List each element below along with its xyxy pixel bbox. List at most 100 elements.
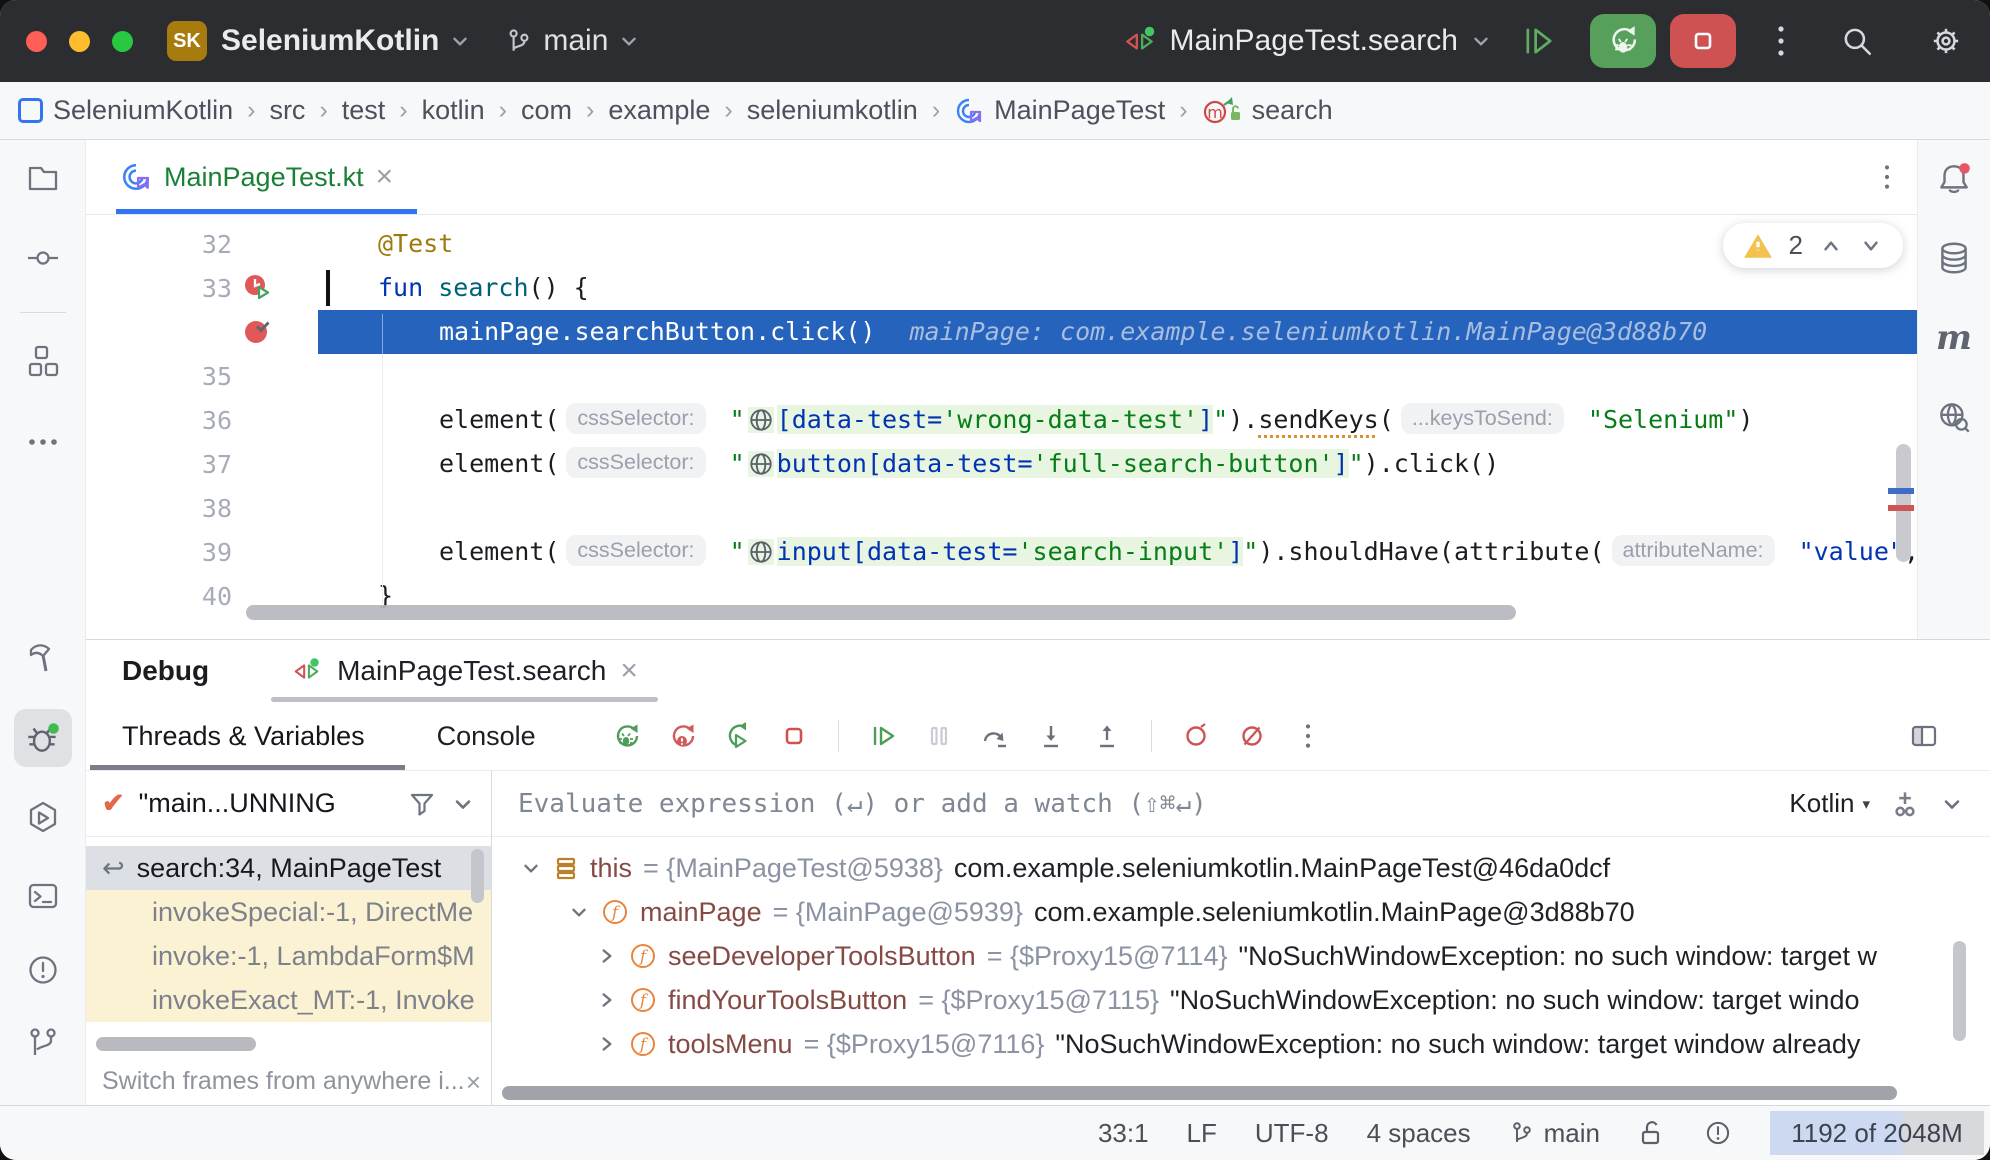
code-line[interactable]: mainPage.searchButton.click()mainPage: c… [86,310,1917,354]
minimize-window-button[interactable] [69,31,90,52]
step-out-button[interactable] [1083,713,1131,759]
code-line[interactable]: 32@Test [86,222,1917,266]
chevron-down-icon[interactable] [1940,792,1964,816]
endpoints-globe-icon[interactable] [1935,399,1973,437]
code-line[interactable]: 37element(cssSelector: "button[data-test… [86,442,1917,486]
editor-horizontal-scrollbar[interactable] [246,605,1516,620]
chevron-down-icon[interactable] [449,30,471,52]
alert-icon[interactable] [1704,1119,1732,1147]
error-stripe-mark[interactable] [1888,505,1914,511]
breadcrumb-item[interactable]: example [608,95,710,126]
view-breakpoints-button[interactable] [1172,713,1220,759]
lock-icon[interactable] [1638,1119,1666,1147]
variables-vertical-scrollbar[interactable] [1953,941,1966,1041]
mute-breakpoints-button[interactable] [1228,713,1276,759]
services-tool-icon[interactable] [24,799,62,837]
frames-vertical-scrollbar[interactable] [471,849,484,903]
stack-frame-row[interactable]: invokeSpecial:-1, DirectMe [86,890,491,934]
structure-tool-icon[interactable] [25,343,61,379]
database-tool-icon[interactable] [1935,239,1973,277]
evaluate-expression-input[interactable]: Evaluate expression (↵) or add a watch (… [492,771,1990,837]
more-tool-windows-icon[interactable] [25,424,61,460]
problems-tool-icon[interactable] [25,952,61,988]
breakpoint-icon[interactable] [242,317,272,347]
variable-row[interactable]: this= {MainPageTest@5938}com.example.sel… [492,846,1990,890]
stack-frame-row[interactable]: ↩search:34, MainPageTest [86,846,491,890]
editor-vertical-scrollbar[interactable] [1896,444,1911,562]
add-watch-icon[interactable] [1888,787,1922,821]
more-actions-button[interactable] [1776,23,1786,59]
thread-selector[interactable]: ✔ "main...UNNING [86,771,491,837]
restart-debug-button[interactable] [714,713,762,759]
filter-icon[interactable] [407,789,437,819]
terminal-tool-icon[interactable] [25,878,61,914]
maven-tool-icon[interactable]: m [1936,318,1972,358]
breadcrumb-item[interactable]: test [342,95,386,126]
tab-console[interactable]: Console [437,702,536,770]
layout-settings-button[interactable] [1908,720,1940,752]
stack-frame-row[interactable]: invokeExact_MT:-1, Invoke [86,978,491,1022]
notifications-bell-icon[interactable] [1935,161,1973,199]
code-line[interactable]: 36element(cssSelector: "[data-test='wron… [86,398,1917,442]
code-line[interactable]: 33fun search() { [86,266,1917,310]
chevron-right-icon[interactable] [596,1033,618,1055]
gutter[interactable]: 32 [86,222,318,266]
gutter[interactable]: 33 [86,266,318,310]
chevron-down-icon[interactable] [451,792,475,816]
close-icon[interactable]: × [376,162,394,192]
step-into-button[interactable] [1027,713,1075,759]
inspections-widget[interactable]: 2 [1723,223,1903,268]
run-configuration-selector[interactable]: MainPageTest.search [1122,24,1493,58]
memory-indicator[interactable]: 1192 of 2048M [1770,1111,1984,1155]
debug-tool-button[interactable] [14,709,72,767]
chevron-down-icon[interactable] [568,901,590,923]
breadcrumb-item[interactable]: kotlin [422,95,485,126]
search-everywhere-button[interactable] [1840,24,1874,58]
chevron-right-icon[interactable] [596,989,618,1011]
close-window-button[interactable] [26,31,47,52]
vcs-branch-widget[interactable]: main [505,24,640,58]
project-selector[interactable]: SeleniumKotlin [221,24,439,58]
commit-tool-icon[interactable] [25,240,61,276]
git-tool-icon[interactable] [25,1025,61,1061]
stack-frame-row[interactable]: invoke:-1, LambdaForm$M [86,934,491,978]
rerun-button[interactable] [602,713,650,759]
resume-program-button[interactable] [859,713,907,759]
error-stripe-mark[interactable] [1888,488,1914,494]
breadcrumb-item[interactable]: src [269,95,305,126]
file-encoding[interactable]: UTF-8 [1255,1118,1329,1149]
code-line[interactable]: 39element(cssSelector: "input[data-test=… [86,530,1917,574]
breadcrumb-item[interactable]: SeleniumKotlin [18,95,233,126]
variable-row[interactable]: fseeDeveloperToolsButton= {$Proxy15@7114… [492,934,1990,978]
zoom-window-button[interactable] [112,31,133,52]
next-warning-icon[interactable] [1859,235,1883,257]
evaluate-language[interactable]: Kotlin [1789,788,1854,819]
stop-button[interactable] [770,713,818,759]
chevron-down-icon[interactable] [520,857,542,879]
resume-program-button[interactable] [1520,24,1558,58]
variable-row[interactable]: ffindYourToolsButton= {$Proxy15@7115}"No… [492,978,1990,1022]
more-options-button[interactable] [1284,713,1332,759]
rerun-debug-button[interactable] [1590,14,1656,68]
step-over-button[interactable] [971,713,1019,759]
breadcrumb-item[interactable]: com [521,95,572,126]
line-separator[interactable]: LF [1187,1118,1217,1149]
gutter[interactable]: 39 [86,530,318,574]
editor-options-icon[interactable] [1883,161,1891,193]
frames-horizontal-scrollbar[interactable] [96,1037,256,1051]
gutter[interactable]: 36 [86,398,318,442]
close-icon[interactable]: × [466,1069,481,1095]
chevron-right-icon[interactable] [596,945,618,967]
code-editor-area[interactable]: 32@Test33fun search() {mainPage.searchBu… [86,215,1917,639]
debug-session-tab[interactable]: MainPageTest.search × [285,640,644,702]
gutter[interactable]: 37 [86,442,318,486]
gutter[interactable]: 38 [86,486,318,530]
variable-row[interactable]: ftoolsMenu= {$Proxy15@7116}"NoSuchWindow… [492,1022,1990,1066]
close-icon[interactable]: × [620,656,638,686]
project-tool-icon[interactable] [25,160,61,196]
breadcrumb-item[interactable]: MainPageTest [954,95,1165,126]
gutter[interactable] [86,310,318,354]
build-tool-icon[interactable] [25,640,61,676]
pause-program-button[interactable] [915,713,963,759]
breadcrumb-item[interactable]: seleniumkotlin [747,95,918,126]
